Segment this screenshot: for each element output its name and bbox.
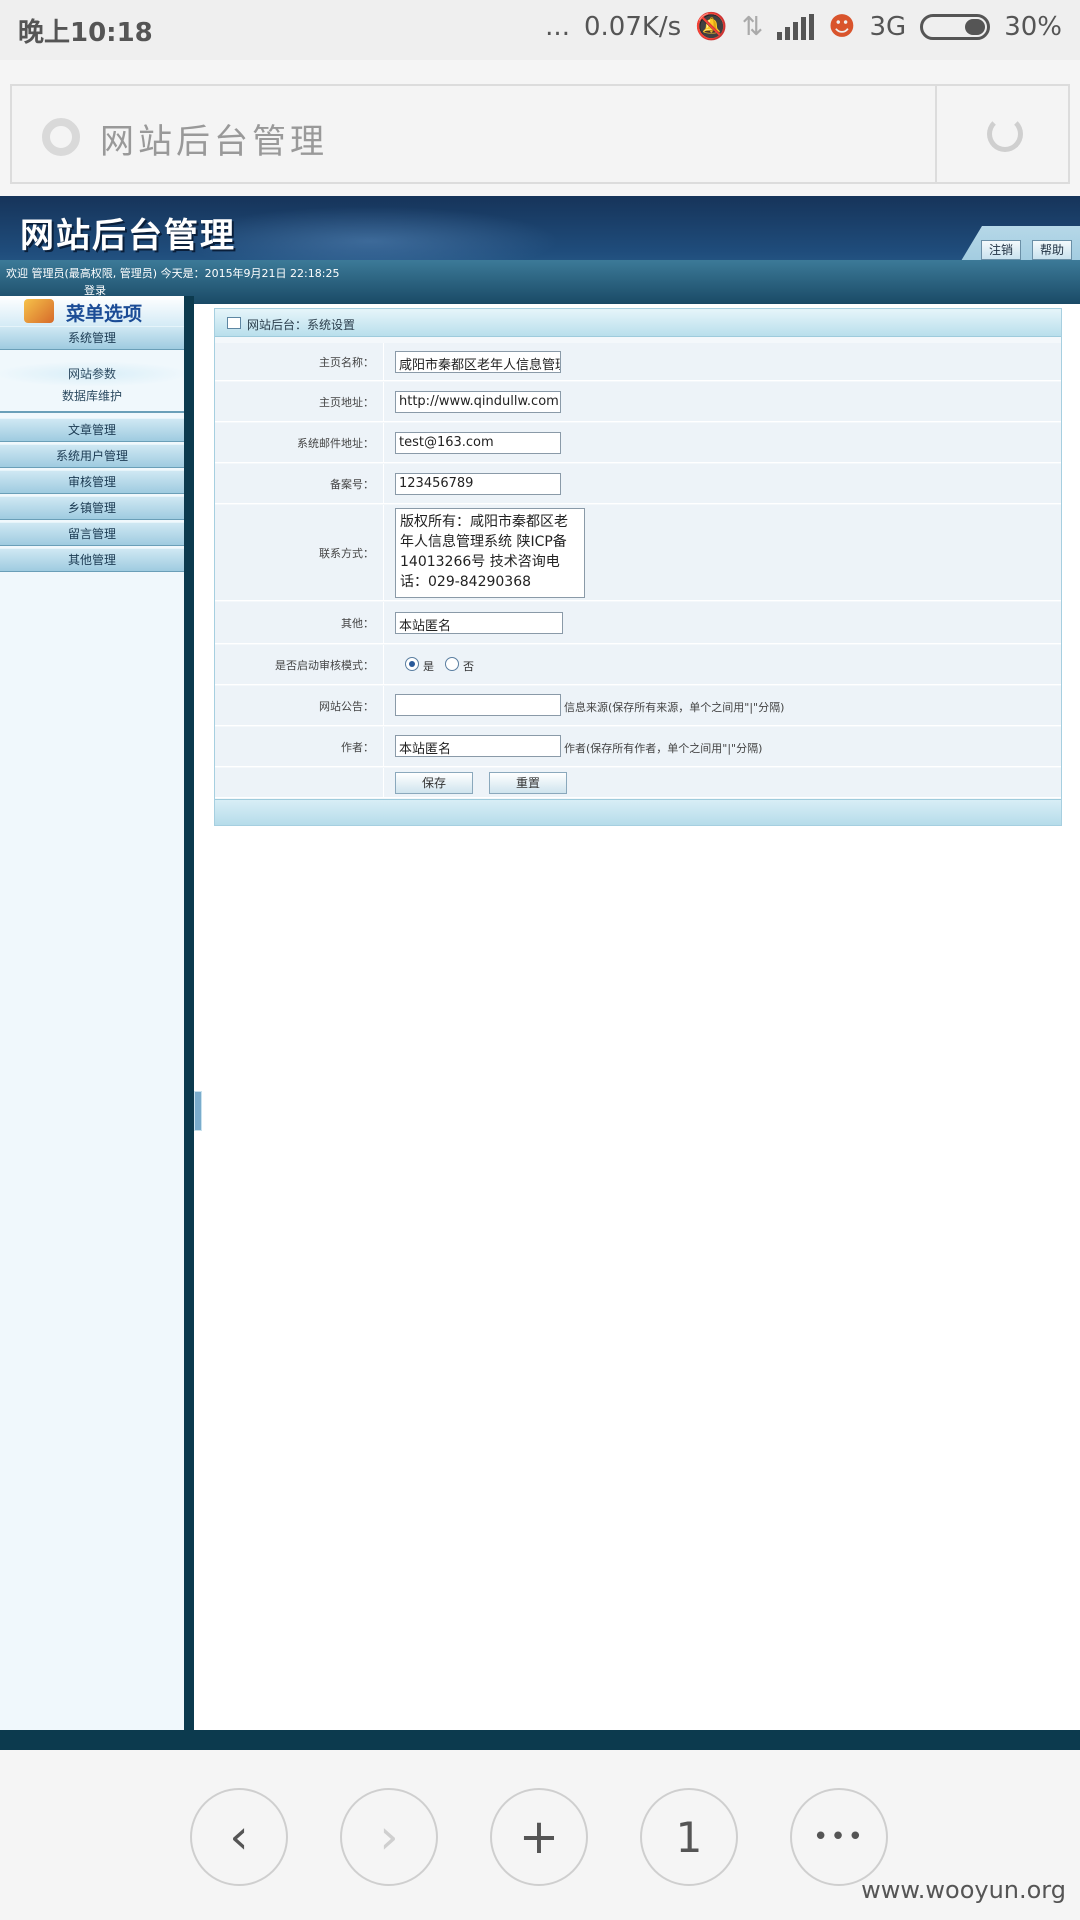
panel-header: 网站后台：系统设置: [215, 309, 1061, 337]
sidebar-item-audit[interactable]: 审核管理: [0, 470, 184, 494]
form-row-homepage-name: 主页名称： 咸阳市秦都区老年人信息管理系统: [215, 343, 1061, 381]
battery-icon: [920, 14, 991, 40]
homepage-name-input[interactable]: 咸阳市秦都区老年人信息管理系统: [395, 351, 561, 373]
row-separator: [383, 727, 384, 766]
form-row-icp: 备案号： 123456789: [215, 464, 1061, 504]
logout-button[interactable]: 注销: [981, 240, 1021, 260]
audit-yes-label: 是: [423, 660, 434, 673]
page-footer-bar: [0, 1730, 1080, 1750]
welcome-text: 欢迎 管理员(最高权限, 管理员) 今天是：2015年9月21日 22:18:2…: [6, 267, 340, 280]
form-row-audit: 是否启动审核模式： 是 否: [215, 645, 1061, 685]
status-bar: 晚上10:18 ... 0.07K/s 🔕 ⇅ ☻ 3G 30%: [0, 0, 1080, 60]
audit-no-radio[interactable]: [445, 657, 459, 671]
data-transfer-icon: ⇅: [741, 12, 764, 42]
audit-no-label: 否: [463, 660, 474, 673]
email-field[interactable]: test@163.com: [395, 432, 561, 454]
audit-label: 是否启动审核模式：: [275, 658, 374, 672]
row-separator: [383, 382, 384, 421]
sidebar-subitem-site-params[interactable]: 网站参数: [0, 362, 184, 386]
more-menu-button[interactable]: •••: [790, 1788, 888, 1886]
form-row-homepage-url: 主页地址： http://www.qindullw.com: [215, 382, 1061, 422]
homepage-name-label: 主页名称：: [319, 355, 374, 369]
icp-input[interactable]: 123456789: [395, 473, 561, 495]
sidebar-item-system[interactable]: 系统管理: [0, 326, 184, 350]
more-dots-icon: ...: [545, 12, 570, 42]
row-separator: [383, 423, 384, 462]
contact-label: 联系方式：: [319, 546, 374, 560]
watermark-text: www.wooyun.org: [861, 1876, 1066, 1904]
form-row-contact: 联系方式： 版权所有：咸阳市秦都区老年人信息管理系统 陕ICP备14013266…: [215, 505, 1061, 601]
row-separator: [383, 686, 384, 725]
reset-button[interactable]: 重置: [489, 772, 567, 794]
mute-bell-icon: 🔕: [695, 12, 728, 42]
author-input[interactable]: 本站匿名: [395, 735, 561, 757]
panel-footer: [215, 799, 1061, 825]
address-title[interactable]: 网站后台管理: [100, 114, 328, 163]
help-button[interactable]: 帮助: [1032, 240, 1072, 260]
row-separator: [383, 343, 384, 380]
other-label: 其他：: [341, 616, 374, 630]
row-separator: [383, 505, 384, 600]
homepage-url-input[interactable]: http://www.qindullw.com: [395, 391, 561, 413]
sidebar-item-system-users[interactable]: 系统用户管理: [0, 444, 184, 468]
row-separator: [383, 464, 384, 503]
browser-nav-bar: ‹ › + 1 ••• www.wooyun.org: [0, 1750, 1080, 1920]
other-input[interactable]: 本站匿名: [395, 612, 563, 634]
sidebar-collapse-handle[interactable]: [194, 1091, 202, 1131]
menu-icon: [24, 299, 54, 323]
settings-panel: 网站后台：系统设置 主页名称： 咸阳市秦都区老年人信息管理系统 主页地址： ht…: [214, 308, 1062, 826]
sidebar-subitem-db-maintenance[interactable]: 数据库维护: [0, 384, 184, 408]
battery-percent: 30%: [1004, 12, 1062, 42]
reload-icon[interactable]: [987, 116, 1023, 152]
form-row-buttons: 保存 重置: [215, 768, 1061, 798]
menu-header: 菜单选项: [0, 296, 184, 326]
new-tab-button[interactable]: +: [490, 1788, 588, 1886]
author-label: 作者：: [341, 740, 374, 754]
address-divider: [935, 86, 937, 182]
status-icons: ... 0.07K/s 🔕 ⇅ ☻ 3G 30%: [545, 12, 1062, 42]
browser-logo-icon: [42, 118, 80, 156]
homepage-url-label: 主页地址：: [319, 395, 374, 409]
menu-title: 菜单选项: [66, 303, 143, 325]
sidebar-item-messages[interactable]: 留言管理: [0, 522, 184, 546]
breadcrumb: 网站后台：系统设置: [247, 318, 356, 332]
form-row-other: 其他： 本站匿名: [215, 602, 1061, 644]
back-button[interactable]: ‹: [190, 1788, 288, 1886]
address-bar[interactable]: 网站后台管理: [10, 84, 1070, 184]
audit-yes-radio[interactable]: [405, 657, 419, 671]
icp-label: 备案号：: [330, 477, 374, 491]
web-page: 网站后台管理 注销 帮助 欢迎 管理员(最高权限, 管理员) 今天是：2015年…: [0, 196, 1080, 1750]
notice-input[interactable]: [395, 694, 561, 716]
notice-note: 信息来源(保存所有来源，单个之间用"|"分隔): [564, 701, 785, 714]
site-title: 网站后台管理: [20, 216, 236, 256]
network-type: 3G: [869, 12, 907, 42]
app-notification-icon: ☻: [828, 12, 856, 42]
network-speed: 0.07K/s: [583, 12, 682, 42]
tabs-count-button[interactable]: 1: [640, 1788, 738, 1886]
row-separator: [383, 602, 384, 643]
form-row-notice: 网站公告： 信息来源(保存所有来源，单个之间用"|"分隔): [215, 686, 1061, 726]
save-button[interactable]: 保存: [395, 772, 473, 794]
sidebar-item-other[interactable]: 其他管理: [0, 548, 184, 572]
panel-icon: [227, 317, 241, 329]
sidebar-item-articles[interactable]: 文章管理: [0, 418, 184, 442]
sidebar-item-towns[interactable]: 乡镇管理: [0, 496, 184, 520]
row-separator: [383, 645, 384, 684]
submenu-divider: [0, 411, 184, 413]
author-note: 作者(保存所有作者，单个之间用"|"分隔): [564, 742, 763, 755]
notice-label: 网站公告：: [319, 699, 374, 713]
forward-button[interactable]: ›: [340, 1788, 438, 1886]
status-time: 晚上10:18: [18, 18, 153, 48]
email-label: 系统邮件地址：: [297, 436, 374, 450]
row-separator: [383, 768, 384, 797]
contact-textarea[interactable]: 版权所有：咸阳市秦都区老年人信息管理系统 陕ICP备14013266号 技术咨询…: [395, 508, 585, 598]
signal-icon: [777, 14, 815, 40]
form-row-author: 作者： 本站匿名 作者(保存所有作者，单个之间用"|"分隔): [215, 727, 1061, 767]
sidebar: 菜单选项 系统管理 网站参数 数据库维护 文章管理 系统用户管理 审核管理 乡镇…: [0, 296, 202, 1730]
form-row-email: 系统邮件地址： test@163.com: [215, 423, 1061, 463]
